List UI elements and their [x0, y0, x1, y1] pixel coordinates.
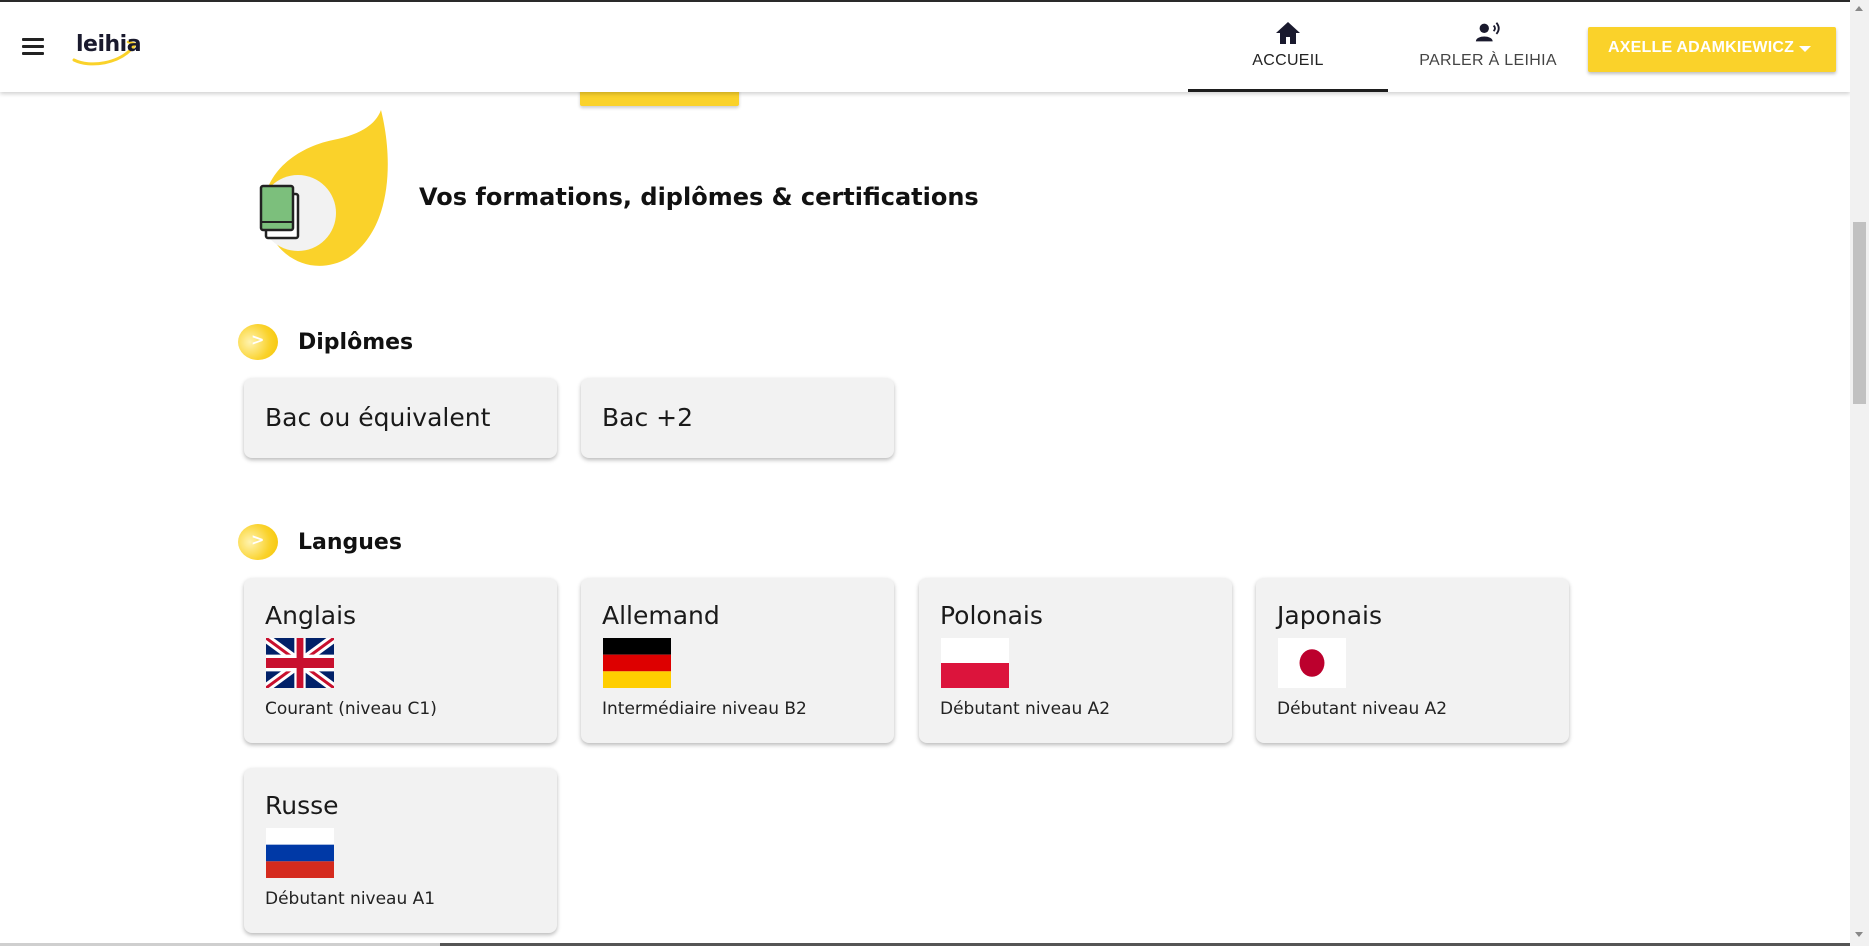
- russia-flag-icon: [266, 828, 334, 878]
- vertical-scrollbar[interactable]: [1850, 0, 1869, 946]
- scroll-up-arrow-icon[interactable]: [1855, 6, 1863, 11]
- language-card-allemand[interactable]: Allemand Intermédiaire niveau B2: [581, 578, 894, 743]
- user-menu-button[interactable]: AXELLE ADAMKIEWICZ: [1588, 27, 1836, 72]
- japan-flag-icon: [1278, 638, 1346, 688]
- language-card-japonais[interactable]: Japonais Débutant niveau A2: [1256, 578, 1569, 743]
- languages-heading-text: Langues: [298, 530, 402, 555]
- diploma-card-bac-plus-2[interactable]: Bac +2: [581, 378, 894, 458]
- diplomas-heading-text: Diplômes: [298, 330, 414, 355]
- chevron-right-icon: >: [238, 524, 278, 560]
- diploma-label: Bac ou équivalent: [265, 403, 491, 432]
- language-name: Russe: [265, 791, 339, 820]
- tab-accueil[interactable]: ACCUEIL: [1188, 2, 1388, 92]
- poland-flag-icon: [941, 638, 1009, 688]
- scroll-down-arrow-icon[interactable]: [1855, 932, 1863, 937]
- language-name: Anglais: [265, 601, 357, 630]
- user-name: AXELLE ADAMKIEWICZ: [1608, 39, 1795, 56]
- active-tab-indicator: [1188, 89, 1388, 92]
- tab-parler-label: PARLER À LEIHIA: [1419, 52, 1557, 69]
- language-level: Courant (niveau C1): [265, 699, 437, 719]
- language-level: Débutant niveau A1: [265, 889, 436, 909]
- book-icon: [259, 184, 300, 240]
- app-header: leihia ACCUEIL PARLER À LEIHIA AXELLE AD…: [0, 2, 1850, 92]
- language-name: Allemand: [602, 601, 720, 630]
- scrollbar-thumb[interactable]: [1853, 222, 1866, 404]
- diploma-card-bac[interactable]: Bac ou équivalent: [244, 378, 557, 458]
- logo-text: leihia: [76, 32, 142, 57]
- leihia-logo[interactable]: leihia: [70, 30, 142, 68]
- voice-user-icon: [1475, 22, 1500, 42]
- section-title: Vos formations, diplômes & certification…: [419, 183, 979, 211]
- language-card-polonais[interactable]: Polonais Débutant niveau A2: [919, 578, 1232, 743]
- language-name: Polonais: [940, 601, 1043, 630]
- language-level: Débutant niveau A2: [940, 699, 1111, 719]
- language-card-russe[interactable]: Russe Débutant niveau A1: [244, 768, 557, 933]
- uk-flag-icon: [266, 638, 334, 688]
- tab-parler-a-leihia[interactable]: PARLER À LEIHIA: [1388, 2, 1588, 90]
- language-card-anglais[interactable]: Anglais Courant (niveau C1): [244, 578, 557, 743]
- language-level: Débutant niveau A2: [1277, 699, 1448, 719]
- language-level: Intermédiaire niveau B2: [602, 699, 807, 719]
- germany-flag-icon: [603, 638, 671, 688]
- home-icon: [1276, 22, 1300, 44]
- chevron-down-icon: [1799, 46, 1811, 52]
- tab-accueil-label: ACCUEIL: [1252, 52, 1324, 69]
- language-name: Japonais: [1277, 601, 1382, 630]
- chevron-right-icon: >: [238, 324, 278, 360]
- hamburger-menu-button[interactable]: [20, 35, 48, 57]
- diploma-label: Bac +2: [602, 403, 694, 432]
